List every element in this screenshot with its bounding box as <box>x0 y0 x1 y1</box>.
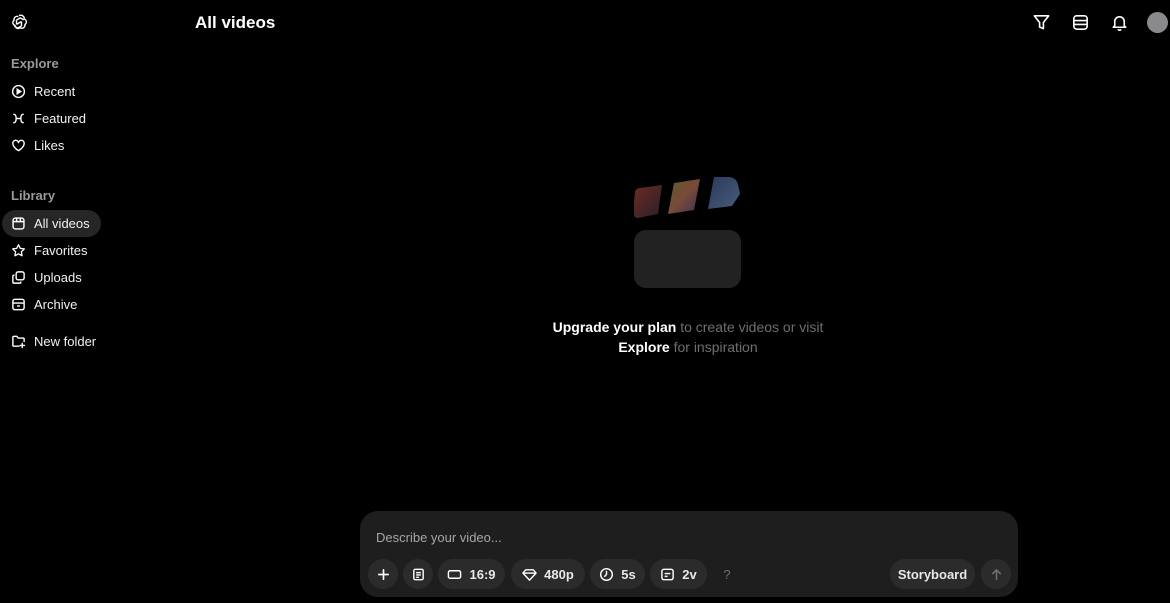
app-root: Explore Recent Featured Likes Library Al… <box>0 0 1170 603</box>
heart-icon <box>11 138 26 153</box>
bell-icon <box>1112 15 1126 31</box>
sidebar-item-favorites[interactable]: Favorites <box>2 237 101 264</box>
help-button[interactable]: ? <box>712 559 742 589</box>
sidebar-item-label: Archive <box>34 297 78 312</box>
sidebar-item-featured[interactable]: Featured <box>2 105 101 132</box>
new-folder-button[interactable]: New folder <box>2 328 101 355</box>
sidebar-item-label: All videos <box>34 216 90 231</box>
plus-icon <box>377 568 389 580</box>
star-icon <box>11 243 26 258</box>
sidebar-item-label: Featured <box>34 111 87 126</box>
variations-value: 2v <box>682 566 697 582</box>
folder-plus-icon <box>11 334 26 349</box>
upgrade-plan-link[interactable]: Upgrade your plan <box>553 319 677 335</box>
resolution-value: 480p <box>544 566 574 582</box>
uploads-icon <box>11 270 26 285</box>
grid-icon <box>11 216 26 231</box>
view-toggle-button[interactable] <box>1069 11 1091 33</box>
prompt-composer: 16:9 480p 5s 2v ? Storyboard <box>360 511 1018 597</box>
sidebar-item-all-videos[interactable]: All videos <box>2 210 101 237</box>
sidebar-item-label: Likes <box>34 138 65 153</box>
sidebar-item-uploads[interactable]: Uploads <box>2 264 101 291</box>
empty-state-text: to create videos or visit <box>676 319 824 335</box>
aspect-ratio-icon <box>448 569 462 579</box>
archive-icon <box>11 297 26 312</box>
explore-link[interactable]: Explore <box>618 339 669 355</box>
library-section-label: Library <box>11 188 56 203</box>
sidebar-item-recent[interactable]: Recent <box>2 78 101 105</box>
submit-button[interactable] <box>981 559 1011 589</box>
openai-logo-icon[interactable] <box>8 12 30 34</box>
add-media-button[interactable] <box>368 559 398 589</box>
empty-state-message: Upgrade your plan to create videos or vi… <box>540 317 836 357</box>
preset-button[interactable] <box>403 559 433 589</box>
empty-state-text: for inspiration <box>669 339 758 355</box>
avatar[interactable] <box>1147 12 1168 33</box>
sidebar-item-label: Recent <box>34 84 76 99</box>
notifications-button[interactable] <box>1108 11 1130 33</box>
filter-icon <box>1033 14 1049 29</box>
prompt-input[interactable] <box>376 527 976 547</box>
sidebar-item-label: Uploads <box>34 270 82 285</box>
play-circle-icon <box>11 84 26 99</box>
sidebar-item-likes[interactable]: Likes <box>2 132 101 159</box>
storyboard-label: Storyboard <box>897 566 968 582</box>
duration-button[interactable]: 5s <box>590 559 645 589</box>
list-view-icon <box>1072 14 1088 30</box>
sidebar-item-archive[interactable]: Archive <box>2 291 101 318</box>
aspect-ratio-button[interactable]: 16:9 <box>438 559 505 589</box>
variations-button[interactable]: 2v <box>650 559 707 589</box>
help-label: ? <box>723 566 731 582</box>
diamond-icon <box>522 568 537 581</box>
clapperboard-illustration <box>628 174 748 292</box>
explore-section-label: Explore <box>11 56 59 71</box>
featured-icon <box>11 111 26 126</box>
duration-value: 5s <box>621 566 636 582</box>
storyboard-button[interactable]: Storyboard <box>890 559 975 589</box>
filter-button[interactable] <box>1030 11 1052 33</box>
variations-icon <box>661 568 675 580</box>
aspect-ratio-value: 16:9 <box>469 566 496 582</box>
sidebar-item-label: Favorites <box>34 243 88 258</box>
document-icon <box>412 568 424 580</box>
resolution-button[interactable]: 480p <box>511 559 585 589</box>
clock-icon <box>600 567 614 581</box>
arrow-up-icon <box>991 568 1001 580</box>
new-folder-label: New folder <box>34 334 97 349</box>
page-title: All videos <box>195 13 276 32</box>
